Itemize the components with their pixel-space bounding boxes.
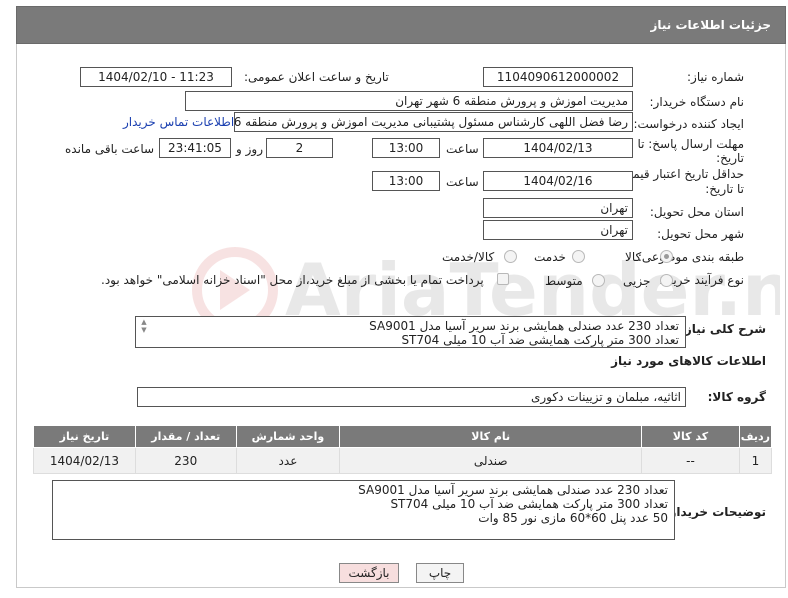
need-number-label: شماره نیاز: xyxy=(687,70,744,84)
notes-line-3: 50 عدد پنل 60*60 مازی نور 85 وات xyxy=(478,511,668,525)
goods-group-field: اثاثیه، مبلمان و تزیینات دکوری xyxy=(137,387,686,407)
summary-label: شرح کلی نیاز: xyxy=(680,322,766,336)
col-name-header: نام کالا xyxy=(339,425,643,448)
cell-unit: عدد xyxy=(235,447,341,474)
price-time-label: ساعت xyxy=(446,175,479,189)
cell-qty: 230 xyxy=(134,447,237,474)
announce-date-label: تاریخ و ساعت اعلان عمومی: xyxy=(244,70,389,84)
category-radio-service[interactable] xyxy=(572,250,585,263)
remaining-time-field: 23:41:05 xyxy=(159,138,231,158)
province-label: استان محل تحویل: xyxy=(649,205,744,219)
announce-date-field: 1404/02/10 - 11:23 xyxy=(80,67,232,87)
goods-section-title: اطلاعات کالاهای مورد نیاز xyxy=(611,354,766,368)
summary-line-2: تعداد 300 متر پارکت همایشی ضد آب 10 میلی… xyxy=(401,333,679,347)
buyer-notes-label: توضیحات خریدار: xyxy=(664,505,766,519)
page-title: جزئیات اطلاعات نیاز xyxy=(650,18,771,32)
process-option-minor: جزیی xyxy=(623,274,651,288)
category-radio-goods-service[interactable] xyxy=(504,250,517,263)
col-code-header: کد کالا xyxy=(641,425,740,448)
price-validity-label: حداقل تاریخ اعتبار قیمت: xyxy=(617,167,744,181)
category-option-goods-service: کالا/خدمت xyxy=(442,250,495,264)
reply-date-field: 1404/02/13 xyxy=(483,138,633,158)
category-radio-goods[interactable] xyxy=(660,250,673,263)
cell-code: -- xyxy=(641,447,740,474)
buyer-notes-textarea[interactable]: تعداد 230 عدد صندلی همایشی برند سریر آسی… xyxy=(52,480,675,540)
creator-field: رضا فضل اللهی کارشناس مسئول پشتیبانی مدی… xyxy=(234,112,633,132)
price-validity-label-2: تا تاریخ: xyxy=(705,182,744,196)
col-date-header: تاریخ نیاز xyxy=(33,425,136,448)
reply-deadline-label-2: تاریخ: xyxy=(716,151,744,165)
process-radio-minor[interactable] xyxy=(660,274,673,287)
price-date-field: 1404/02/16 xyxy=(483,171,633,191)
print-button[interactable]: چاپ xyxy=(416,563,464,583)
col-unit-header: واحد شمارش xyxy=(235,425,341,448)
creator-label: ایجاد کننده درخواست: xyxy=(633,117,744,131)
table-row: 1 -- صندلی عدد 230 1404/02/13 xyxy=(33,447,773,474)
remaining-time-label: ساعت باقی مانده xyxy=(65,142,155,156)
notes-line-2: تعداد 300 متر پارکت همایشی ضد آب 10 میلی… xyxy=(390,497,668,511)
summary-line-1: تعداد 230 عدد صندلی همایشی برند سریر آسی… xyxy=(369,319,679,333)
city-label: شهر محل تحویل: xyxy=(657,227,744,241)
price-time-field: 13:00 xyxy=(372,171,440,191)
category-label: طبقه بندی موضوعی: xyxy=(637,250,744,264)
province-field: تهران xyxy=(483,198,633,218)
days-label: روز و xyxy=(236,142,263,156)
treasury-note: پرداخت تمام یا بخشی از مبلغ خرید،از محل … xyxy=(101,273,484,287)
cell-date: 1404/02/13 xyxy=(33,447,136,474)
reply-deadline-label: مهلت ارسال پاسخ: تا xyxy=(637,137,744,151)
back-button[interactable]: بازگشت xyxy=(339,563,399,583)
goods-group-label: گروه کالا: xyxy=(707,390,766,404)
goods-table: ردیف کد کالا نام کالا واحد شمارش تعداد /… xyxy=(33,425,773,474)
buyer-org-field: مدیریت اموزش و پرورش منطقه 6 شهر تهران xyxy=(185,91,633,111)
col-qty-header: تعداد / مقدار xyxy=(134,425,237,448)
reply-time-label: ساعت xyxy=(446,142,479,156)
treasury-checkbox[interactable] xyxy=(497,273,509,285)
table-header-row: ردیف کد کالا نام کالا واحد شمارش تعداد /… xyxy=(33,425,773,448)
process-option-medium: متوسط xyxy=(545,274,583,288)
days-field: 2 xyxy=(266,138,333,158)
buyer-contact-link[interactable]: اطلاعات تماس خریدار xyxy=(123,115,234,129)
header-bar: جزئیات اطلاعات نیاز xyxy=(16,6,786,44)
notes-line-1: تعداد 230 عدد صندلی همایشی برند سریر آسی… xyxy=(358,483,668,497)
reply-time-field: 13:00 xyxy=(372,138,440,158)
category-option-goods: کالا xyxy=(625,250,642,264)
col-row-header: ردیف xyxy=(738,425,773,448)
buyer-org-label: نام دستگاه خریدار: xyxy=(649,95,745,109)
cell-name: صندلی xyxy=(339,447,643,474)
process-radio-medium[interactable] xyxy=(592,274,605,287)
need-number-field: 1104090612000002 xyxy=(483,67,633,87)
city-field: تهران xyxy=(483,220,633,240)
summary-textarea[interactable]: تعداد 230 عدد صندلی همایشی برند سریر آسی… xyxy=(135,316,686,348)
summary-scroll-icon[interactable]: ▲ ▼ xyxy=(139,318,149,334)
category-option-service: خدمت xyxy=(534,250,566,264)
cell-row: 1 xyxy=(738,447,773,474)
